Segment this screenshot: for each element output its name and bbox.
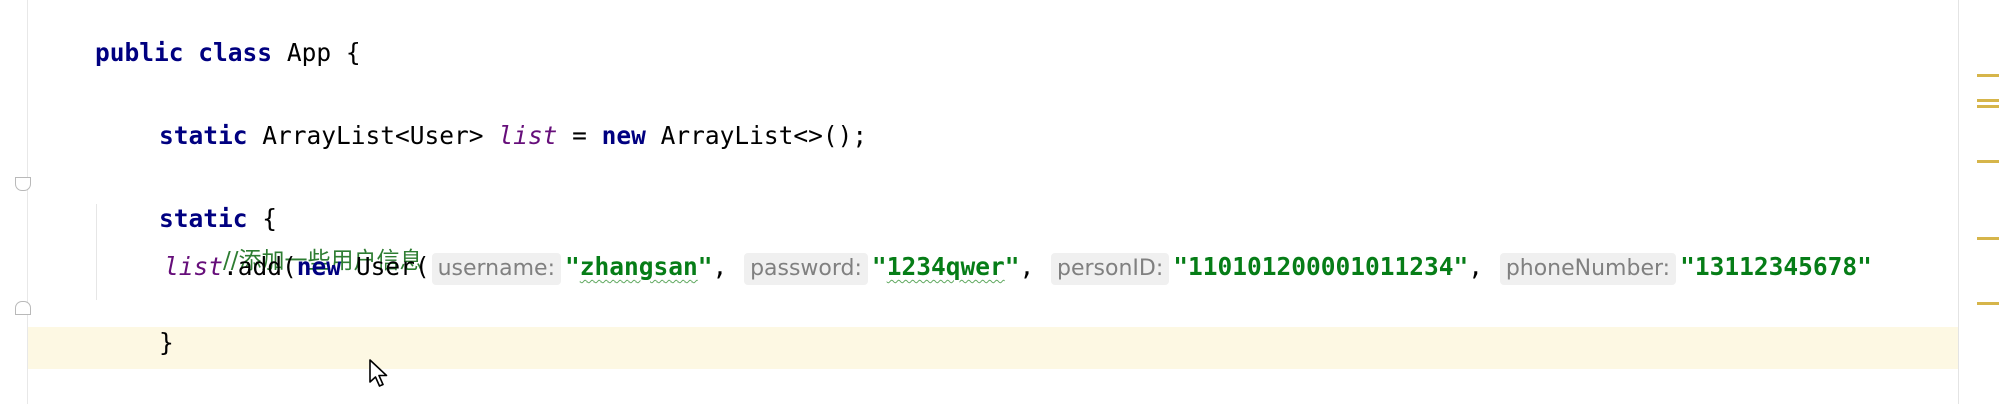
list-reference: list [164, 252, 224, 281]
string-quote: " [871, 252, 887, 281]
string-quote: " [1004, 252, 1020, 281]
param-hint-username: username: [431, 253, 561, 285]
keyword-class: class [198, 38, 273, 67]
field-name: list [498, 121, 558, 150]
keyword-new: new [296, 252, 342, 281]
fold-start-icon[interactable] [15, 177, 31, 191]
warning-marker[interactable] [1977, 99, 1999, 102]
constructor-name: User( [355, 252, 430, 281]
keyword-new: new [601, 121, 646, 150]
error-stripe-divider [1958, 0, 1959, 404]
param-hint-person-id: personID: [1051, 253, 1170, 285]
code-line-comment[interactable]: //添加一些用户信息 [164, 209, 423, 274]
current-line-highlight [28, 327, 1958, 369]
indent-guide [96, 204, 97, 300]
code-line-close-brace[interactable]: } [100, 292, 174, 357]
add-method: .add( [223, 252, 297, 281]
param-hint-password: password: [744, 253, 868, 285]
code-line-class-declaration[interactable]: public class App { [36, 2, 361, 67]
field-initializer: ArrayList<>(); [660, 121, 868, 150]
warning-marker[interactable] [1977, 105, 1999, 108]
warning-marker[interactable] [1977, 302, 1999, 305]
string-password-value: 1234qwer [886, 252, 1005, 281]
string-username-value: zhangsan [579, 252, 698, 281]
editor-gutter[interactable] [0, 0, 28, 404]
param-hint-phone-number: phoneNumber: [1499, 253, 1677, 285]
code-editor[interactable]: public class App { static ArrayList<User… [0, 0, 2003, 404]
arg-separator: , [1019, 252, 1035, 281]
string-quote: " [697, 252, 713, 281]
warning-marker[interactable] [1977, 160, 1999, 163]
code-line-field-declaration[interactable]: static ArrayList<User> list = new ArrayL… [100, 85, 867, 150]
mouse-pointer-icon [369, 359, 388, 387]
arg-separator: , [1468, 252, 1484, 281]
keyword-public: public [95, 38, 184, 67]
close-brace: } [159, 328, 174, 357]
arg-separator: , [712, 252, 728, 281]
string-phone-number-value: "13112345678" [1680, 252, 1872, 281]
fold-end-icon[interactable] [15, 301, 31, 315]
class-name: App { [286, 38, 361, 67]
string-quote: " [564, 252, 580, 281]
code-line-static-block[interactable]: static { [100, 168, 277, 233]
keyword-static: static [159, 121, 248, 150]
warning-marker[interactable] [1977, 237, 1999, 240]
assign-operator: = [572, 121, 587, 150]
warning-marker[interactable] [1977, 74, 1999, 77]
string-person-id-value: "110101200001011234" [1173, 252, 1469, 281]
code-line-add-call[interactable]: list.add(new User(username: "zhangsan", p… [164, 250, 1872, 285]
field-type: ArrayList<User> [262, 121, 484, 150]
